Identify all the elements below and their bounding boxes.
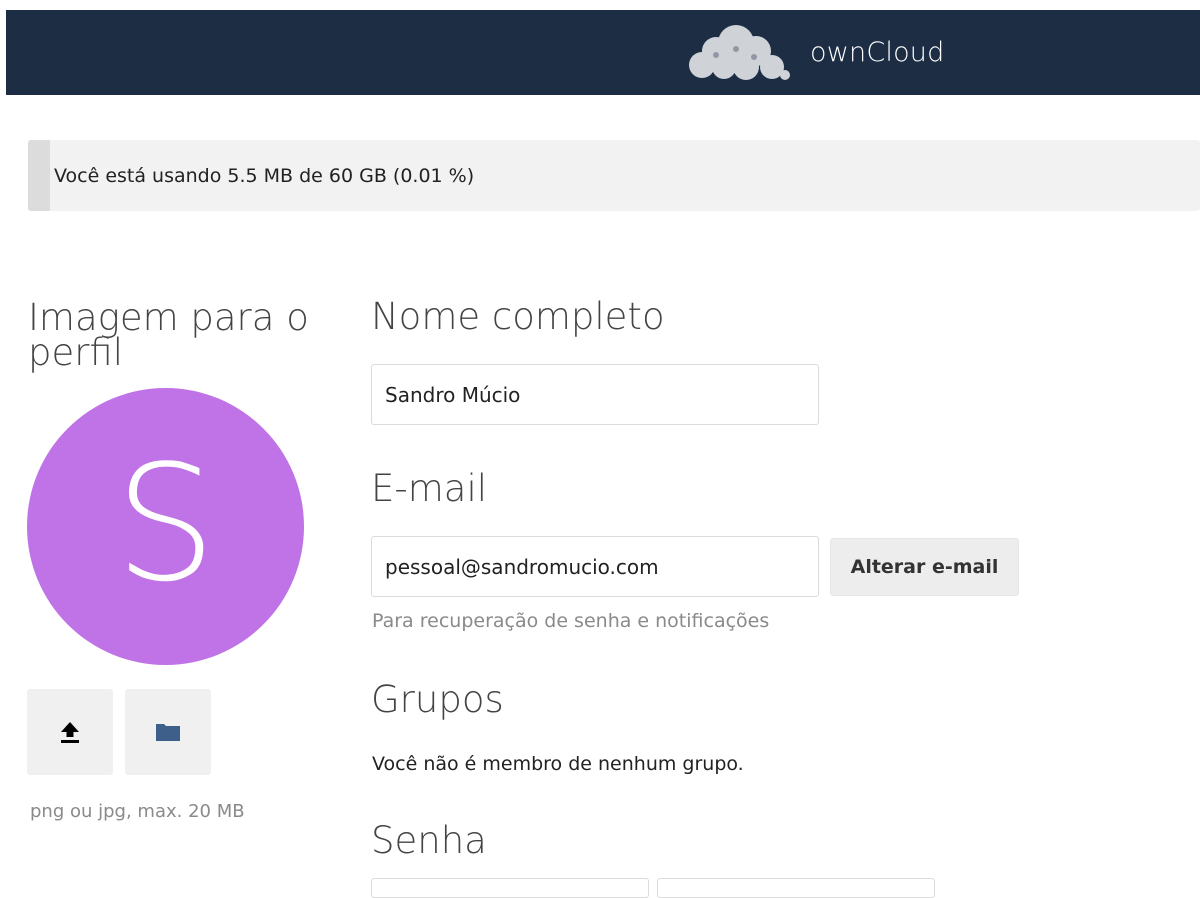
email-hint: Para recuperação de senha e notificações: [372, 610, 770, 632]
groups-membership-text: Você não é membro de nenhum grupo.: [372, 753, 744, 775]
brand-logo-link[interactable]: ownCloud: [684, 22, 944, 82]
profile-picture-title-line1: Imagem para o: [28, 296, 309, 339]
quota-bar: Você está usando 5.5 MB de 60 GB (0.01 %…: [28, 140, 1200, 211]
password-title: Senha: [371, 819, 487, 862]
email-title: E-mail: [371, 467, 488, 510]
full-name-title: Nome completo: [371, 295, 665, 338]
select-avatar-from-files-button[interactable]: [125, 689, 211, 775]
email-input[interactable]: [371, 536, 819, 597]
avatar-format-hint: png ou jpg, max. 20 MB: [30, 801, 245, 822]
top-header-bar: ownCloud: [6, 10, 1200, 95]
owncloud-cloud-icon: [689, 25, 790, 80]
groups-title: Grupos: [371, 678, 504, 721]
folder-icon: [156, 724, 180, 741]
new-password-input[interactable]: [657, 878, 935, 898]
change-email-button[interactable]: Alterar e-mail: [830, 538, 1019, 596]
avatar-letter: S: [114, 429, 217, 617]
current-password-input[interactable]: [371, 878, 649, 898]
brand-name: ownCloud: [810, 36, 945, 68]
profile-picture-title: Imagem para o perfil: [28, 296, 309, 375]
upload-avatar-button[interactable]: [27, 689, 113, 775]
quota-text: Você está usando 5.5 MB de 60 GB (0.01 %…: [54, 164, 475, 187]
profile-picture-title-line2: perfil: [28, 331, 124, 375]
avatar: S: [27, 388, 304, 665]
quota-used-fill: [28, 140, 50, 211]
upload-icon: [61, 722, 79, 743]
full-name-input[interactable]: [371, 364, 819, 425]
